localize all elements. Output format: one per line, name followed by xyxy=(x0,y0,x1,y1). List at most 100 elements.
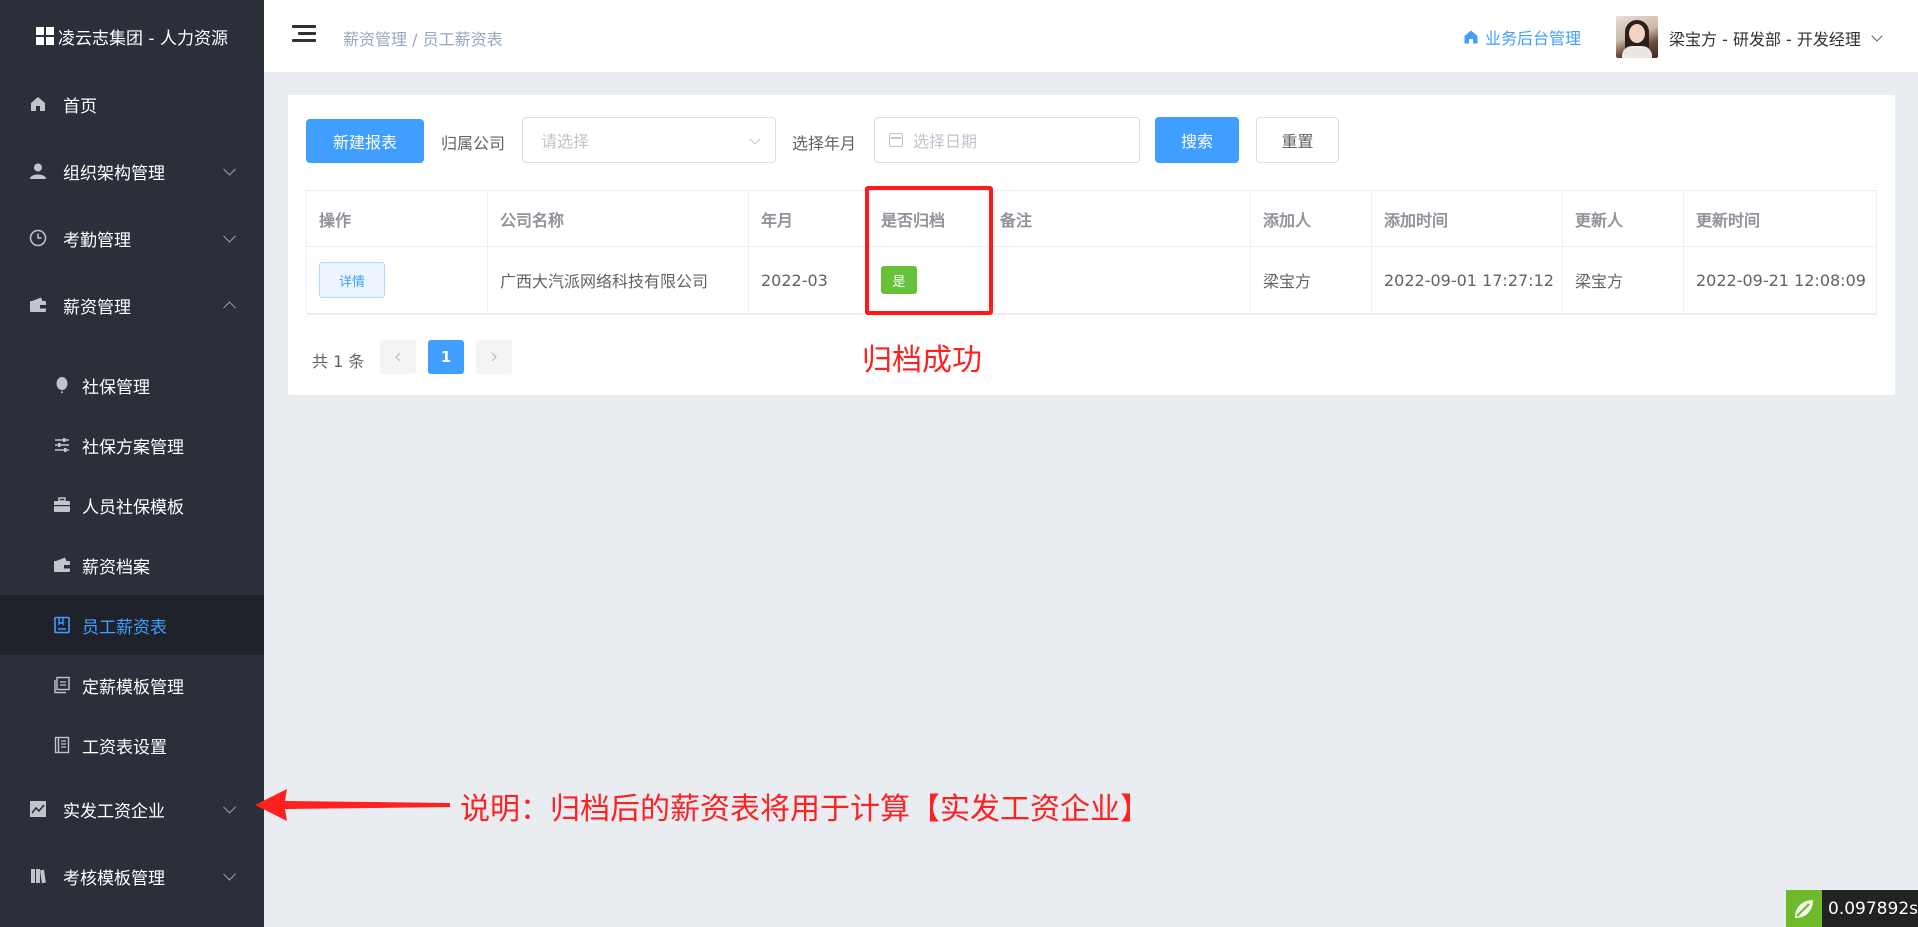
calendar-icon xyxy=(889,133,903,147)
updater-cell: 梁宝方 xyxy=(1563,247,1684,313)
chevron-down-icon xyxy=(1871,30,1883,42)
wallet-icon xyxy=(52,555,72,575)
column-header: 更新时间 xyxy=(1696,210,1761,230)
sidebar-subitem-payroll-settings[interactable]: 工资表设置 xyxy=(0,715,264,775)
biz-admin-link[interactable]: 业务后台管理 xyxy=(1463,25,1581,49)
chevron-down-icon xyxy=(223,229,236,243)
note-annotation: 说明：归档后的薪资表将用于计算【实发工资企业】 xyxy=(460,792,1150,827)
notebook-icon xyxy=(52,615,72,635)
sidebar-subitem-label: 定薪模板管理 xyxy=(82,677,184,698)
sidebar-subitem-label: 人员社保模板 xyxy=(82,497,184,518)
month-cell: 2022-03 xyxy=(749,247,869,313)
column-header: 公司名称 xyxy=(488,191,749,246)
timing-badge: 0.097892s xyxy=(1786,890,1918,927)
new-report-button[interactable]: 新建报表 xyxy=(306,119,424,163)
detail-button[interactable]: 详情 xyxy=(319,262,385,298)
created-at-cell: 2022-09-01 17:27:12 xyxy=(1372,247,1563,313)
month-label: 选择年月 xyxy=(792,134,857,153)
app-title: 凌云志集团 - 人力资源 xyxy=(58,28,228,49)
sidebar-item-label: 组织架构管理 xyxy=(63,163,165,184)
briefcase-icon xyxy=(52,495,72,515)
chevron-down-icon xyxy=(749,133,761,145)
salary-table-card: 新建报表 归属公司 请选择 选择年月 选择日期 搜索 重置 操作 公司名称 年月… xyxy=(288,95,1895,395)
reset-button[interactable]: 重置 xyxy=(1256,117,1339,163)
breadcrumb: 薪资管理 / 员工薪资表 xyxy=(343,30,503,49)
document-icon xyxy=(52,735,72,755)
biz-admin-link-label: 业务后台管理 xyxy=(1485,29,1582,48)
creator-cell: 梁宝方 xyxy=(1251,247,1372,313)
sidebar-subitem-label: 薪资档案 xyxy=(82,557,150,578)
sidebar-subitem-pay-template[interactable]: 定薪模板管理 xyxy=(0,655,264,715)
column-header: 添加人 xyxy=(1251,191,1372,246)
copy-icon xyxy=(52,675,72,695)
user-name: 梁宝方 - 研发部 - 开发经理 xyxy=(1669,30,1861,49)
wallet-icon xyxy=(28,295,48,315)
sidebar-item-label: 考核模板管理 xyxy=(63,868,165,889)
balloon-icon xyxy=(52,375,72,395)
home-icon xyxy=(28,94,48,114)
sidebar-subitem-label: 社保管理 xyxy=(82,377,150,398)
sidebar-subitem-label: 社保方案管理 xyxy=(82,437,184,458)
sidebar-subitem-label: 员工薪资表 xyxy=(82,617,167,638)
leaf-logo-icon xyxy=(1786,890,1823,927)
home-icon xyxy=(1464,30,1478,44)
sidebar-subitem-social-plan[interactable]: 社保方案管理 xyxy=(0,415,264,475)
date-picker-placeholder: 选择日期 xyxy=(913,132,978,151)
prev-page-button[interactable] xyxy=(380,340,416,374)
sliders-icon xyxy=(52,435,72,455)
sidebar-subitem-social-security[interactable]: 社保管理 xyxy=(0,355,264,415)
chevron-down-icon xyxy=(223,162,236,176)
user-menu[interactable]: 梁宝方 - 研发部 - 开发经理 xyxy=(1669,26,1883,50)
sidebar-item-attendance[interactable]: 考勤管理 xyxy=(0,208,264,268)
pagination-total: 共 1 条 xyxy=(312,352,365,371)
app-brand: 凌云志集团 - 人力资源 xyxy=(0,0,264,72)
next-page-button[interactable] xyxy=(476,340,512,374)
column-header: 年月 xyxy=(749,191,869,246)
avatar[interactable] xyxy=(1616,16,1658,58)
company-select-placeholder: 请选择 xyxy=(541,132,590,151)
arrow-left-icon xyxy=(255,789,450,821)
chevron-right-icon xyxy=(491,352,497,362)
clock-icon xyxy=(28,228,48,248)
page-number-button[interactable]: 1 xyxy=(428,340,464,374)
salary-table: 操作 公司名称 年月 是否归档 备注 添加人 添加时间 更新人 更新时间 详情 … xyxy=(306,190,1877,315)
book-icon xyxy=(28,866,48,886)
sidebar-subitem-social-template[interactable]: 人员社保模板 xyxy=(0,475,264,535)
timing-value: 0.097892s xyxy=(1828,898,1918,919)
sidebar-item-label: 首页 xyxy=(63,96,97,117)
table-header: 操作 公司名称 年月 是否归档 备注 添加人 添加时间 更新人 更新时间 xyxy=(307,191,1876,247)
table-row: 详情 广西大汽派网络科技有限公司 2022-03 是 梁宝方 2022-09-0… xyxy=(307,247,1876,314)
date-picker[interactable]: 选择日期 xyxy=(874,117,1140,163)
sidebar-item-label: 考勤管理 xyxy=(63,230,131,251)
sidebar-subitem-salary-archive[interactable]: 薪资档案 xyxy=(0,535,264,595)
column-header: 操作 xyxy=(307,191,488,246)
updated-at-cell: 2022-09-21 12:08:09 xyxy=(1696,270,1866,290)
sidebar-item-label: 薪资管理 xyxy=(63,297,131,318)
column-header: 备注 xyxy=(988,191,1251,246)
archive-success-annotation: 归档成功 xyxy=(862,343,982,378)
sidebar-item-label: 实发工资企业 xyxy=(63,801,165,822)
search-button[interactable]: 搜索 xyxy=(1155,117,1239,163)
sidebar-item-home[interactable]: 首页 xyxy=(0,74,264,134)
column-header: 添加时间 xyxy=(1372,191,1563,246)
company-label: 归属公司 xyxy=(441,134,506,153)
sidebar-item-salary[interactable]: 薪资管理 xyxy=(0,275,264,335)
chevron-up-icon xyxy=(223,301,236,315)
user-icon xyxy=(28,161,48,181)
chevron-down-icon xyxy=(223,800,236,814)
menu-toggle-icon[interactable] xyxy=(292,25,316,43)
column-header: 更新人 xyxy=(1563,191,1684,246)
grid-logo-icon xyxy=(36,27,55,45)
remark-cell xyxy=(988,247,1251,313)
sidebar-subitem-employee-salary[interactable]: 员工薪资表 xyxy=(0,595,264,655)
chevron-down-icon xyxy=(223,867,236,881)
chart-icon xyxy=(28,799,48,819)
sidebar-subitem-label: 工资表设置 xyxy=(82,737,167,758)
sidebar-item-actual-pay[interactable]: 实发工资企业 xyxy=(0,779,264,839)
company-select[interactable]: 请选择 xyxy=(522,117,776,163)
sidebar-item-assessment[interactable]: 考核模板管理 xyxy=(0,846,264,906)
chevron-left-icon xyxy=(395,352,401,362)
sidebar-item-org[interactable]: 组织架构管理 xyxy=(0,141,264,201)
archive-highlight-box xyxy=(865,186,993,315)
company-cell: 广西大汽派网络科技有限公司 xyxy=(488,247,749,313)
